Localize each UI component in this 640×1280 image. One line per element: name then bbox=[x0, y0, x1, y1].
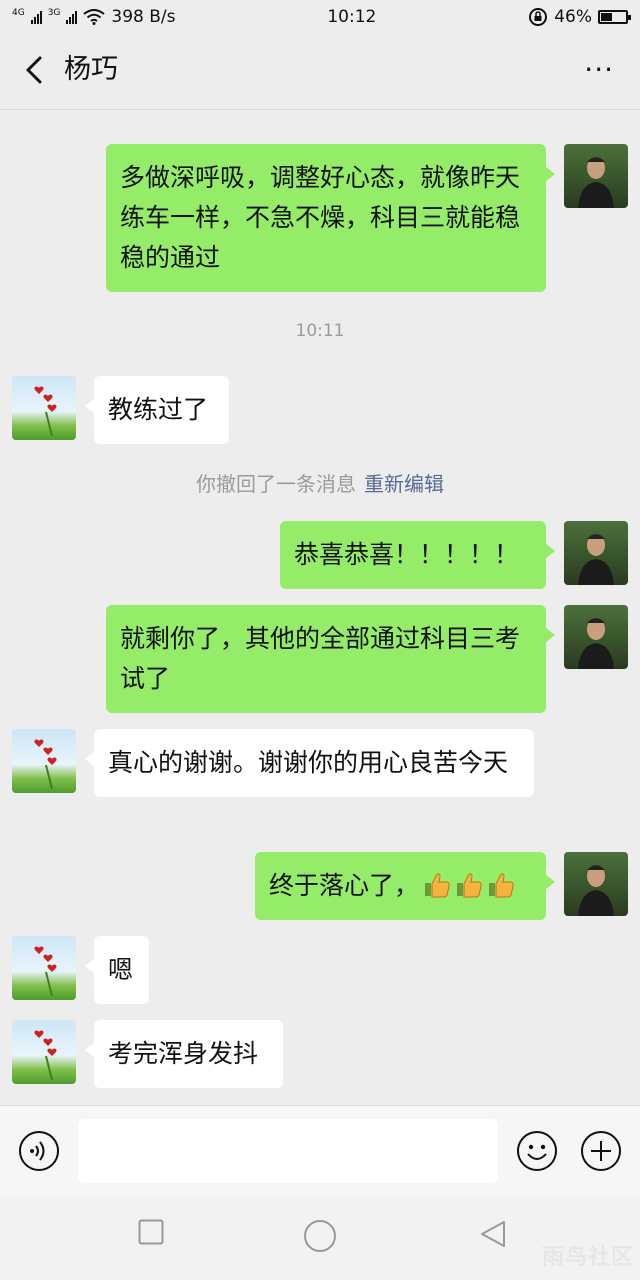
message-list[interactable]: 多做深呼吸，调整好心态，就像昨天练车一样，不急不燥，科目三就能稳稳的通过 10:… bbox=[0, 110, 640, 1105]
contact-avatar[interactable] bbox=[12, 1020, 76, 1084]
back-nav-icon[interactable] bbox=[478, 1219, 508, 1249]
network-type-1: 4G bbox=[12, 8, 25, 18]
message-bubble-received[interactable]: 真心的谢谢。谢谢你的用心良苦今天 bbox=[85, 729, 534, 797]
recall-text: 你撤回了一条消息 bbox=[196, 472, 356, 496]
battery-icon bbox=[598, 10, 631, 24]
hearts-icon bbox=[34, 1030, 57, 1081]
chat-header: 杨巧 ··· bbox=[0, 34, 640, 110]
thumbs-up-icon bbox=[489, 873, 514, 898]
contact-avatar[interactable] bbox=[12, 376, 76, 440]
reedit-link[interactable]: 重新编辑 bbox=[364, 472, 444, 496]
network-speed: 398 B/s bbox=[111, 7, 176, 27]
message-text: 考完浑身发抖 bbox=[108, 1039, 259, 1068]
message-input[interactable] bbox=[78, 1119, 498, 1183]
person-icon bbox=[578, 534, 614, 585]
message-bubble-sent[interactable]: 恭喜恭喜！！！！！ bbox=[280, 521, 555, 589]
message-timestamp: 10:11 bbox=[295, 321, 345, 341]
message-text: 就剩你了，其他的全部通过科目三考试了 bbox=[120, 624, 521, 693]
plus-icon[interactable] bbox=[580, 1130, 622, 1172]
message-bubble-received[interactable]: 教练过了 bbox=[85, 376, 229, 444]
thumbs-up-icon bbox=[457, 873, 482, 898]
signal-icon bbox=[30, 10, 42, 24]
status-bar: 4G 3G 398 B/s 10:12 46% bbox=[0, 0, 640, 34]
watermark: 雨鸟社区 bbox=[541, 1245, 634, 1270]
my-avatar[interactable] bbox=[564, 852, 628, 916]
message-text: 真心的谢谢。谢谢你的用心良苦今天 bbox=[108, 748, 509, 777]
my-avatar[interactable] bbox=[564, 605, 628, 669]
hearts-icon bbox=[34, 946, 57, 997]
more-options-icon[interactable]: ··· bbox=[584, 56, 614, 84]
message-text: 恭喜恭喜！！！！！ bbox=[294, 540, 520, 569]
network-type-2: 3G bbox=[47, 8, 61, 18]
my-avatar[interactable] bbox=[564, 144, 628, 208]
recall-notice: 你撤回了一条消息 重新编辑 bbox=[0, 468, 640, 497]
hearts-icon bbox=[34, 386, 57, 437]
voice-input-icon[interactable] bbox=[18, 1130, 60, 1172]
contact-avatar[interactable] bbox=[12, 729, 76, 793]
status-left: 4G 3G 398 B/s bbox=[12, 7, 176, 27]
emoji-icon[interactable] bbox=[516, 1130, 558, 1172]
person-icon bbox=[578, 618, 614, 669]
signal-icon-2 bbox=[66, 10, 78, 24]
wifi-icon bbox=[83, 9, 106, 25]
message-text: 教练过了 bbox=[108, 395, 209, 424]
status-time: 10:12 bbox=[327, 7, 377, 27]
message-bubble-sent[interactable]: 就剩你了，其他的全部通过科目三考试了 bbox=[106, 605, 555, 713]
status-right: 46% bbox=[528, 7, 631, 27]
system-navigation-bar: 雨鸟社区 bbox=[0, 1197, 640, 1280]
message-text: 嗯 bbox=[108, 955, 134, 984]
recent-apps-icon[interactable] bbox=[138, 1219, 164, 1245]
person-icon bbox=[578, 157, 614, 208]
thumbs-up-icon bbox=[425, 873, 450, 898]
input-bar bbox=[0, 1105, 640, 1197]
hearts-icon bbox=[34, 739, 57, 790]
message-bubble-sent[interactable]: 终于落心了， bbox=[255, 852, 555, 920]
message-text: 多做深呼吸，调整好心态，就像昨天练车一样，不急不燥，科目三就能稳稳的通过 bbox=[120, 163, 521, 272]
chat-title: 杨巧 bbox=[64, 54, 118, 85]
person-icon bbox=[578, 865, 614, 916]
message-bubble-received[interactable]: 嗯 bbox=[85, 936, 149, 1004]
my-avatar[interactable] bbox=[564, 521, 628, 585]
battery-percent: 46% bbox=[554, 7, 592, 27]
message-bubble-sent[interactable]: 多做深呼吸，调整好心态，就像昨天练车一样，不急不燥，科目三就能稳稳的通过 bbox=[106, 144, 555, 292]
home-icon[interactable] bbox=[303, 1219, 337, 1253]
contact-avatar[interactable] bbox=[12, 936, 76, 1000]
rotation-lock-icon bbox=[529, 8, 548, 26]
message-text: 终于落心了， bbox=[269, 871, 420, 900]
back-arrow-icon[interactable] bbox=[18, 52, 54, 88]
message-bubble-received[interactable]: 考完浑身发抖 bbox=[85, 1020, 283, 1088]
